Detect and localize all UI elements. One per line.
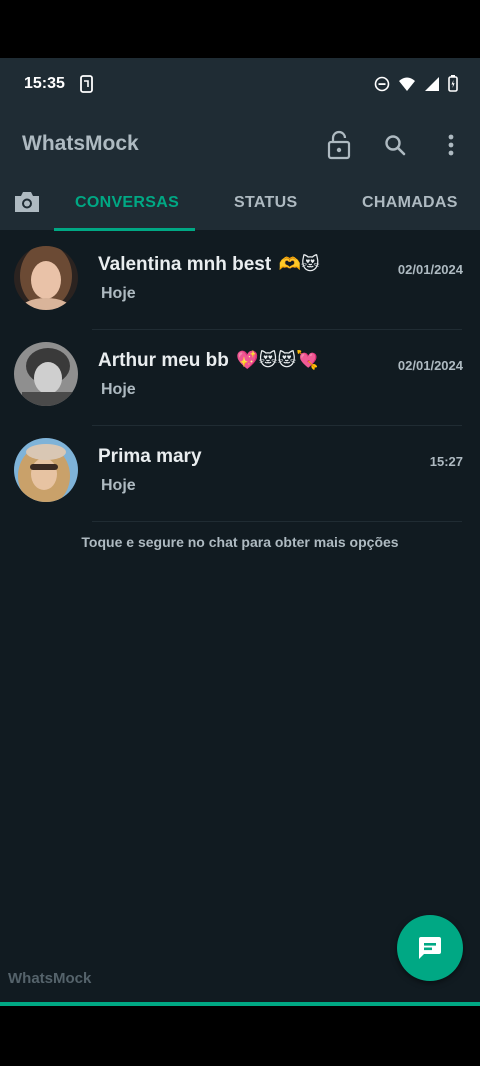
chat-row[interactable]: Prima mary Hoje 15:27 (0, 426, 480, 522)
chat-row[interactable]: Arthur meu bb 💖😻😻💘 Hoje 02/01/2024 (0, 330, 480, 426)
new-chat-button[interactable] (397, 915, 463, 981)
battery-icon (448, 75, 458, 92)
lock-open-icon[interactable] (324, 130, 354, 160)
chat-emoji: 💖😻😻💘 (236, 350, 319, 370)
avatar (14, 246, 78, 310)
app-title: WhatsMock (22, 132, 139, 155)
bottom-accent-line (0, 1002, 480, 1006)
chat-subtitle: Hoje (101, 285, 136, 302)
hint-text: Toque e segure no chat para obter mais o… (81, 534, 399, 550)
chat-name: Valentina mnh best 🫶😻 (98, 254, 320, 275)
avatar (14, 342, 78, 406)
camera-icon[interactable] (12, 189, 42, 215)
search-icon[interactable] (380, 130, 410, 160)
signal-icon (425, 76, 439, 91)
watermark: WhatsMock (8, 970, 92, 987)
chat-subtitle: Hoje (101, 381, 136, 398)
dnd-icon (374, 76, 390, 91)
chat-time: 02/01/2024 (397, 358, 463, 373)
app-screen: 15:35 WhatsMock CONVERSAS STATUS CHAMADA… (0, 58, 480, 1006)
status-icons (374, 75, 458, 92)
tab-status[interactable]: STATUS (234, 194, 297, 212)
chat-subtitle: Hoje (101, 477, 136, 494)
tab-conversas[interactable]: CONVERSAS (75, 194, 179, 212)
more-vert-icon[interactable] (436, 130, 466, 160)
chat-time: 02/01/2024 (397, 262, 463, 277)
tab-bar: CONVERSAS STATUS CHAMADAS (0, 176, 480, 230)
status-time: 15:35 (24, 75, 65, 92)
screenshot-icon (80, 75, 93, 93)
app-bar: WhatsMock (0, 112, 480, 176)
status-bar: 15:35 (0, 58, 480, 112)
wifi-icon (399, 77, 415, 91)
chat-list: Valentina mnh best 🫶😻 Hoje 02/01/2024 Ar… (0, 234, 480, 522)
chat-name: Prima mary (98, 446, 202, 467)
chat-time: 15:27 (429, 454, 463, 469)
active-tab-indicator (54, 228, 195, 231)
chat-name: Arthur meu bb 💖😻😻💘 (98, 350, 319, 371)
divider (92, 521, 462, 522)
chat-row[interactable]: Valentina mnh best 🫶😻 Hoje 02/01/2024 (0, 234, 480, 330)
chat-emoji: 🫶😻 (278, 254, 320, 274)
tab-chamadas[interactable]: CHAMADAS (362, 194, 458, 212)
avatar (14, 438, 78, 502)
message-icon (419, 937, 441, 959)
